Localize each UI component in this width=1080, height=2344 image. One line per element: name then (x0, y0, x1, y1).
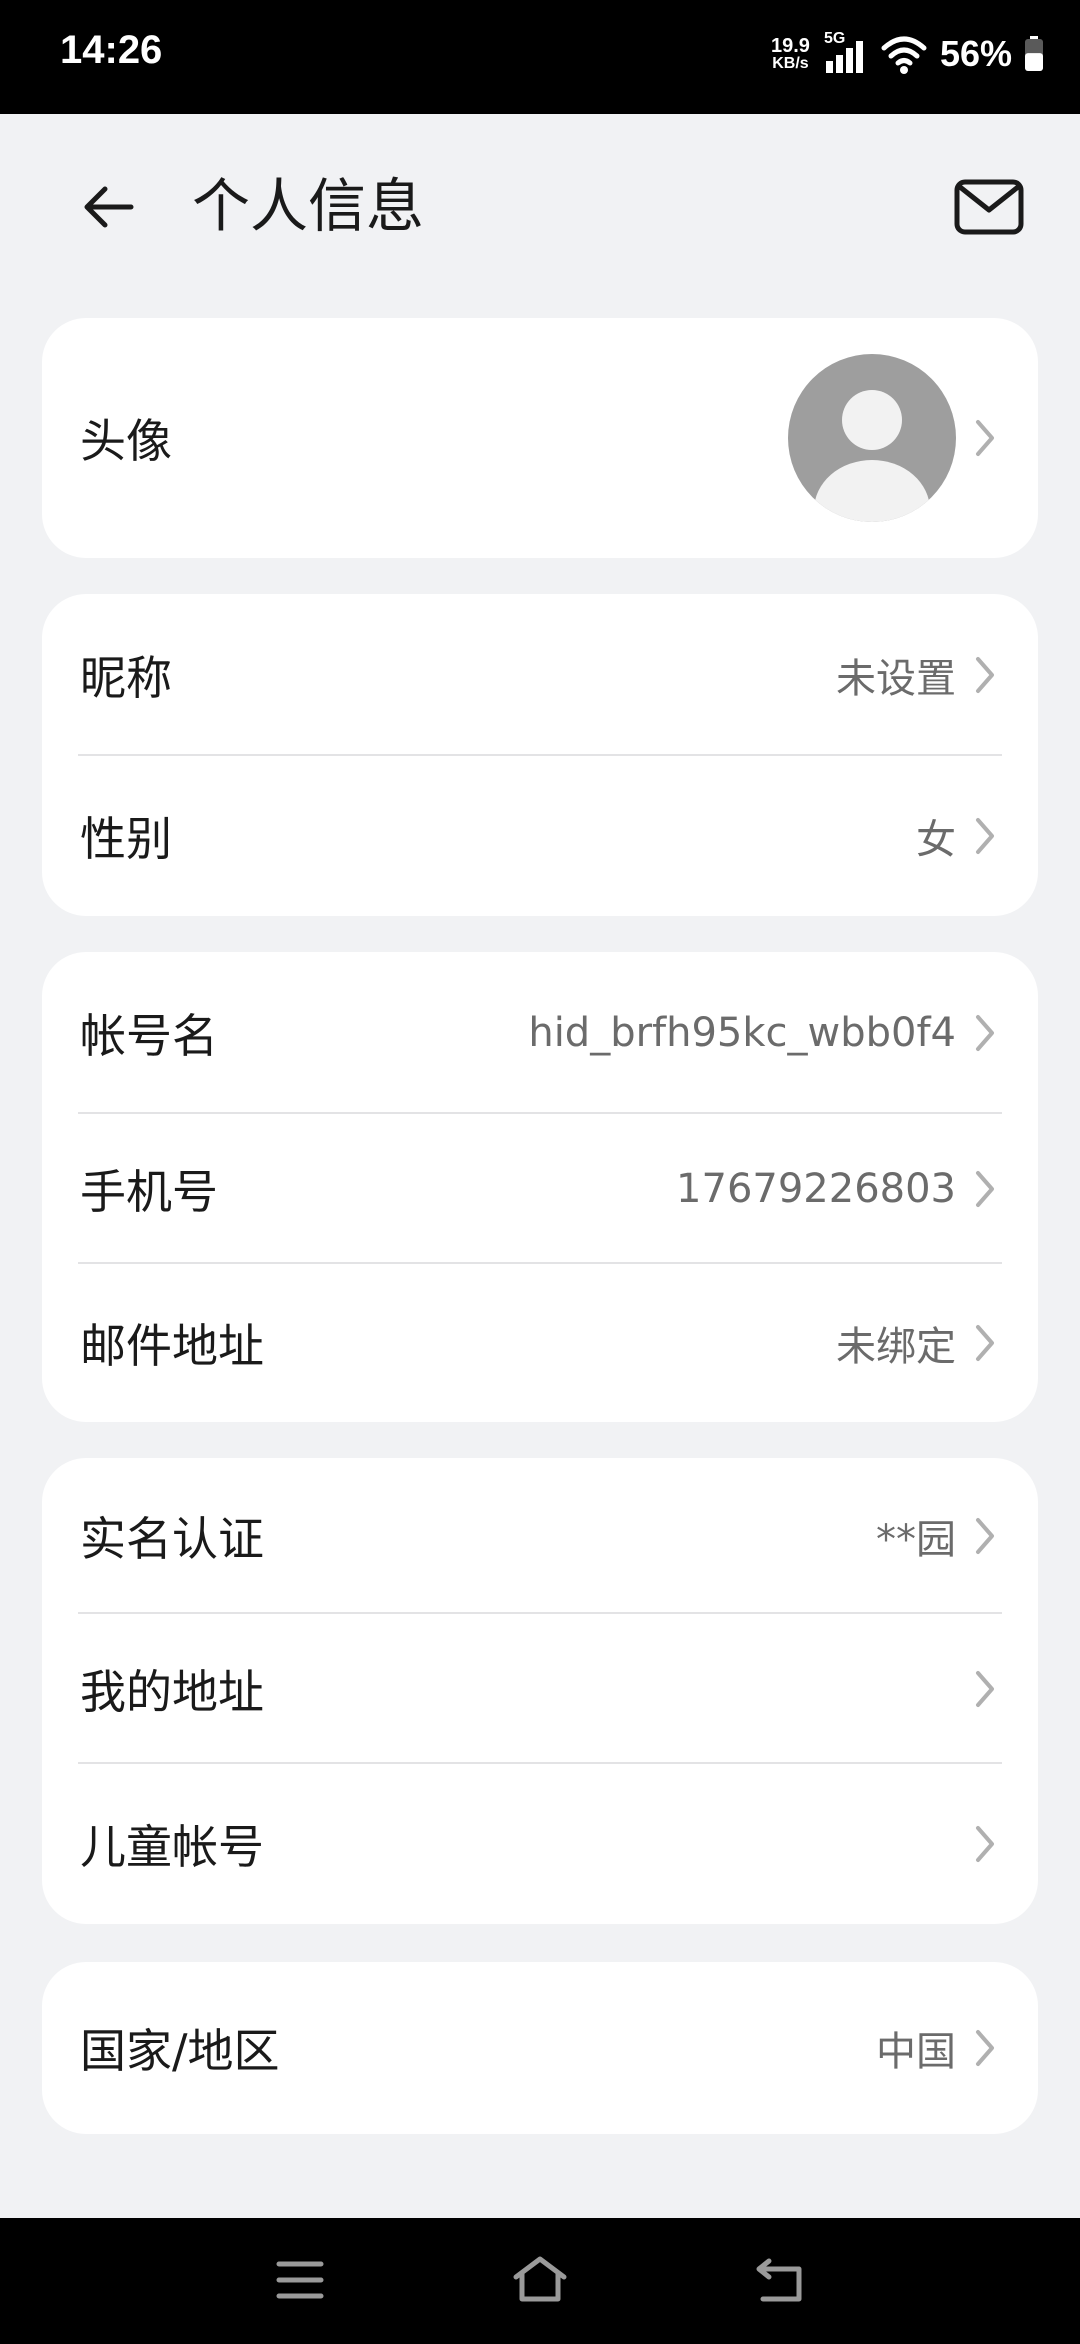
row-region-value: 中国 (876, 2029, 956, 2075)
row-region[interactable]: 国家/地区 中国 (42, 1962, 1038, 2134)
row-phone-label: 手机号 (80, 1165, 218, 1219)
avatar (788, 354, 956, 522)
page-title: 个人信息 (192, 172, 425, 240)
row-real-name[interactable]: 实名认证 **园 (42, 1458, 1038, 1614)
menu-icon (276, 2261, 324, 2299)
chevron-right-icon (968, 1320, 1002, 1366)
envelope-icon (954, 179, 1024, 235)
chevron-right-icon (968, 1666, 1002, 1712)
row-account-name-value: hid_brfh95kc_wbb0f4 (528, 1010, 956, 1056)
row-gender[interactable]: 性别 女 (42, 756, 1038, 916)
row-phone-value: 17679226803 (676, 1166, 956, 1212)
nav-back-button[interactable] (736, 2242, 826, 2318)
chevron-right-icon (968, 2025, 1002, 2071)
mail-button[interactable] (946, 164, 1032, 250)
chevron-right-icon (968, 1010, 1002, 1056)
row-gender-label: 性别 (80, 812, 172, 866)
identity-card: 实名认证 **园 我的地址 儿童帐号 (42, 1458, 1038, 1924)
row-nickname[interactable]: 昵称 未设置 (42, 594, 1038, 756)
row-nickname-value: 未设置 (836, 656, 956, 702)
chevron-right-icon (968, 1513, 1002, 1559)
status-indicators: 19.9 KB/s 5G 56% (771, 24, 1044, 84)
region-card: 国家/地区 中国 (42, 1962, 1038, 2134)
chevron-right-icon (968, 1166, 1002, 1212)
status-bar: 14:26 19.9 KB/s 5G 56% (0, 0, 1080, 114)
row-gender-value: 女 (916, 817, 956, 863)
page-header: 个人信息 (0, 114, 1080, 284)
return-icon (756, 2258, 802, 2302)
nav-menu-button[interactable] (255, 2242, 345, 2318)
row-email[interactable]: 邮件地址 未绑定 (42, 1264, 1038, 1422)
row-child-account[interactable]: 儿童帐号 (42, 1764, 1038, 1924)
status-time: 14:26 (60, 28, 163, 72)
network-speed: 19.9 KB/s (771, 36, 810, 72)
row-avatar-label: 头像 (80, 414, 172, 468)
nav-home-button[interactable] (495, 2242, 585, 2318)
row-account-name[interactable]: 帐号名 hid_brfh95kc_wbb0f4 (42, 952, 1038, 1114)
battery-icon (1025, 36, 1043, 71)
row-my-address[interactable]: 我的地址 (42, 1614, 1038, 1764)
home-icon (513, 2256, 567, 2302)
chevron-right-icon (968, 1821, 1002, 1867)
avatar-card: 头像 (42, 318, 1038, 558)
default-user-icon (814, 390, 930, 522)
network-speed-value: 19.9 (771, 35, 810, 57)
row-account-name-label: 帐号名 (80, 1009, 218, 1063)
row-phone[interactable]: 手机号 17679226803 (42, 1114, 1038, 1264)
chevron-right-icon (968, 415, 1002, 461)
account-card: 帐号名 hid_brfh95kc_wbb0f4 手机号 17679226803 … (42, 952, 1038, 1422)
wifi-icon (881, 36, 927, 74)
row-email-label: 邮件地址 (80, 1319, 264, 1373)
back-button[interactable] (66, 164, 152, 250)
system-nav-bar (0, 2218, 1080, 2344)
arrow-left-icon (84, 186, 134, 228)
row-child-account-label: 儿童帐号 (80, 1820, 264, 1874)
chevron-right-icon (968, 813, 1002, 859)
row-real-name-label: 实名认证 (80, 1512, 264, 1566)
row-nickname-label: 昵称 (80, 651, 172, 705)
battery-percent: 56% (939, 33, 1012, 74)
network-speed-unit: KB/s (772, 55, 809, 72)
row-avatar[interactable]: 头像 (42, 318, 1038, 558)
row-region-label: 国家/地区 (80, 2024, 280, 2078)
row-real-name-value: **园 (876, 1517, 956, 1563)
row-email-value: 未绑定 (836, 1324, 956, 1370)
cellular-signal-icon: 5G (822, 31, 868, 77)
basic-info-card: 昵称 未设置 性别 女 (42, 594, 1038, 916)
chevron-right-icon (968, 652, 1002, 698)
row-my-address-label: 我的地址 (80, 1665, 264, 1719)
